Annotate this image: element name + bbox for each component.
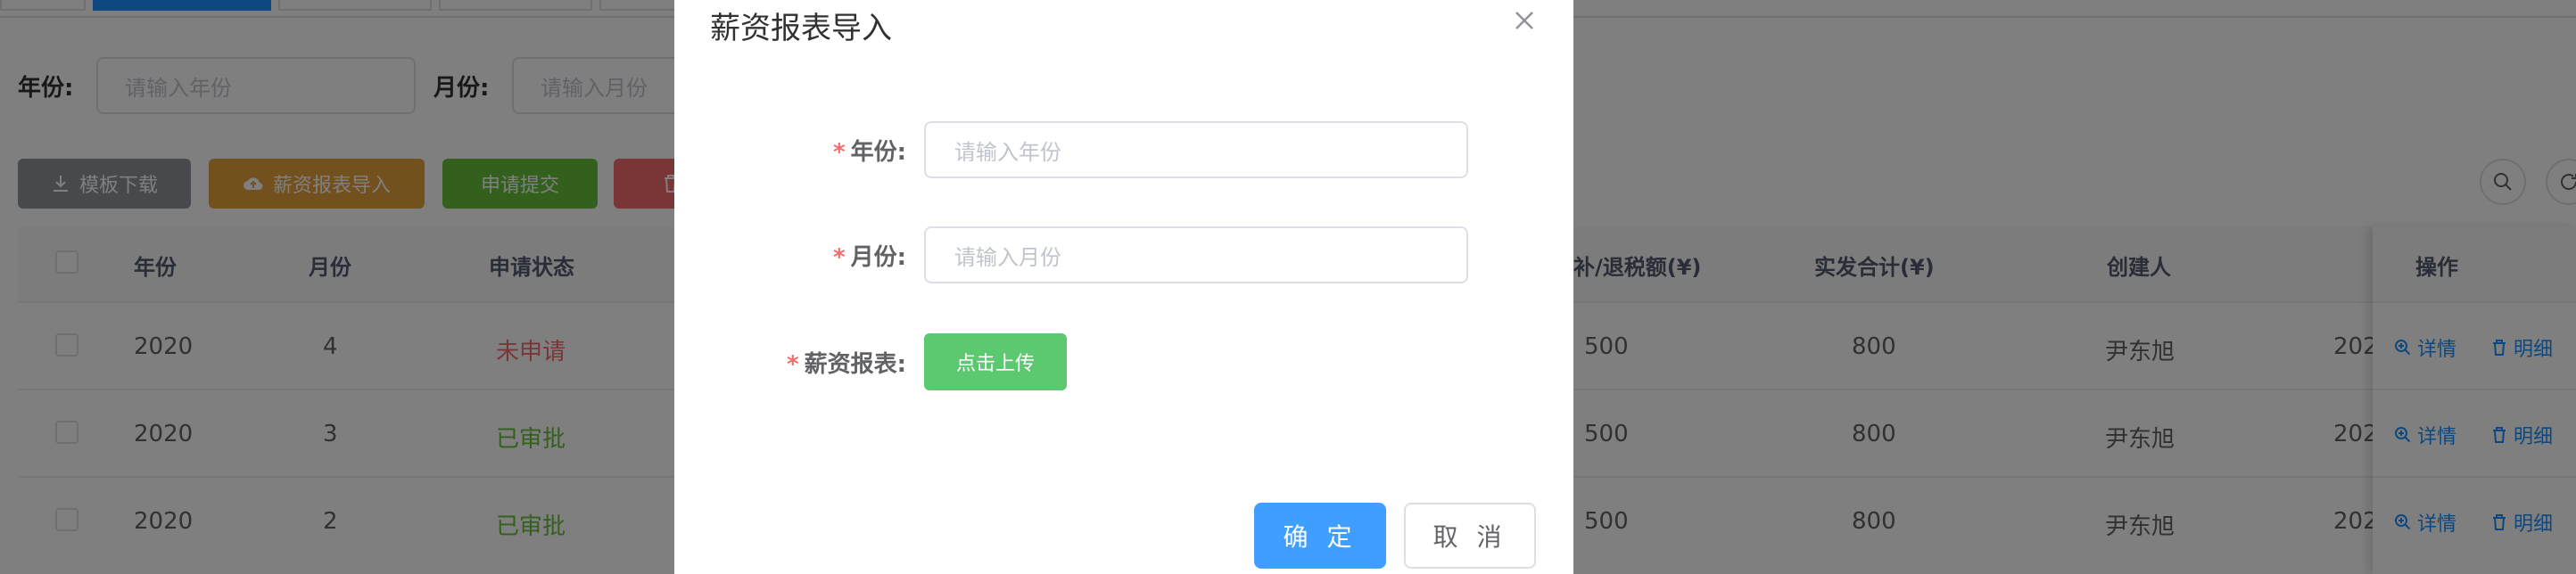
- dialog-month-input[interactable]: 请输入月份: [924, 226, 1468, 283]
- dialog-year-label-text: 年份:: [850, 139, 906, 166]
- salary-import-dialog: 薪资报表导入 * 年份: 请输入年份 * 月份: 请输入月份 * 薪资报表: 点击上传…: [674, 0, 1573, 574]
- dialog-year-label: * 年份:: [674, 134, 906, 167]
- dialog-report-label: * 薪资报表:: [674, 346, 906, 379]
- required-mark: *: [832, 139, 846, 166]
- close-icon: [1515, 12, 1533, 29]
- cancel-button[interactable]: 取 消: [1404, 503, 1536, 569]
- dialog-report-label-text: 薪资报表:: [804, 351, 906, 378]
- dialog-month-label: * 月份:: [674, 239, 906, 272]
- dialog-title: 薪资报表导入: [710, 11, 892, 46]
- dialog-close-button[interactable]: [1511, 7, 1538, 34]
- dialog-month-label-text: 月份:: [850, 244, 906, 271]
- confirm-button[interactable]: 确 定: [1254, 503, 1386, 569]
- required-mark: *: [832, 244, 846, 271]
- required-mark: *: [786, 351, 799, 378]
- upload-button[interactable]: 点击上传: [924, 333, 1067, 390]
- dialog-year-input[interactable]: 请输入年份: [924, 121, 1468, 178]
